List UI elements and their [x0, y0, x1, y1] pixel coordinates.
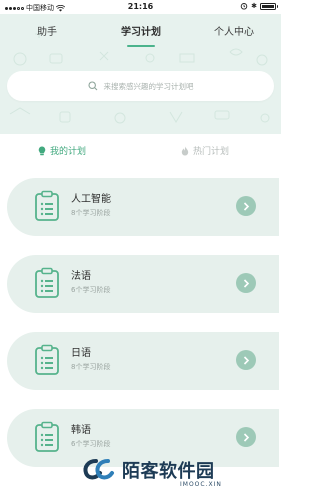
tab-assistant[interactable]: 助手	[12, 23, 82, 38]
search-placeholder: 来搜索感兴趣的学习计划吧	[103, 81, 194, 91]
plan-card[interactable]: 人工智能 8个学习阶段	[7, 178, 279, 236]
watermark: 陌客软件园 IMOOC.XIN	[80, 453, 280, 493]
status-time: 21:16	[127, 2, 154, 11]
alarm-icon	[240, 3, 248, 10]
flame-icon	[181, 146, 189, 155]
clipboard-icon	[35, 421, 59, 452]
status-right: ✱	[240, 2, 278, 10]
plan-segments: 我的计划 热门计划	[0, 138, 281, 164]
clipboard-icon	[35, 267, 59, 298]
plan-stage-count: 6个学习阶段	[71, 440, 111, 448]
search-icon	[87, 81, 97, 91]
watermark-text: 陌客软件园	[122, 461, 215, 482]
plan-stage-count: 8个学习阶段	[71, 363, 111, 371]
chevron-right-icon[interactable]	[236, 427, 256, 447]
plan-title: 韩语	[71, 425, 91, 436]
segment-hot-plans-label: 热门计划	[193, 147, 230, 157]
top-tabs: 助手 学习计划 个人中心	[0, 23, 281, 45]
status-bar: 中国移动 21:16 ✱	[0, 0, 281, 14]
plan-stage-count: 8个学习阶段	[71, 209, 111, 217]
chevron-right-icon[interactable]	[236, 273, 256, 293]
segment-my-plans-label: 我的计划	[50, 147, 87, 157]
segment-my-plans[interactable]: 我的计划	[38, 144, 86, 157]
segment-hot-plans[interactable]: 热门计划	[181, 144, 229, 157]
plan-title: 法语	[71, 271, 91, 282]
plan-stage-count: 6个学习阶段	[71, 286, 111, 294]
active-tab-indicator	[127, 45, 155, 47]
chevron-right-icon[interactable]	[236, 350, 256, 370]
plan-title: 人工智能	[71, 194, 111, 205]
watermark-logo-icon	[83, 459, 114, 480]
header: 助手 学习计划 个人中心 来搜索感兴趣的学习计划吧	[0, 14, 281, 134]
plan-title: 日语	[71, 348, 91, 359]
watermark-subtext: IMOOC.XIN	[180, 481, 222, 488]
plan-card[interactable]: 日语 8个学习阶段	[7, 332, 279, 390]
tab-personal-center[interactable]: 个人中心	[199, 23, 269, 38]
tab-study-plan[interactable]: 学习计划	[106, 23, 176, 38]
search-bar[interactable]: 来搜索感兴趣的学习计划吧	[7, 71, 274, 101]
chevron-right-icon[interactable]	[236, 196, 256, 216]
plan-card[interactable]: 法语 6个学习阶段	[7, 255, 279, 313]
clipboard-icon	[35, 190, 59, 221]
lightbulb-icon	[38, 146, 46, 155]
battery-icon	[260, 2, 278, 10]
clipboard-icon	[35, 344, 59, 375]
bluetooth-icon: ✱	[251, 2, 257, 10]
